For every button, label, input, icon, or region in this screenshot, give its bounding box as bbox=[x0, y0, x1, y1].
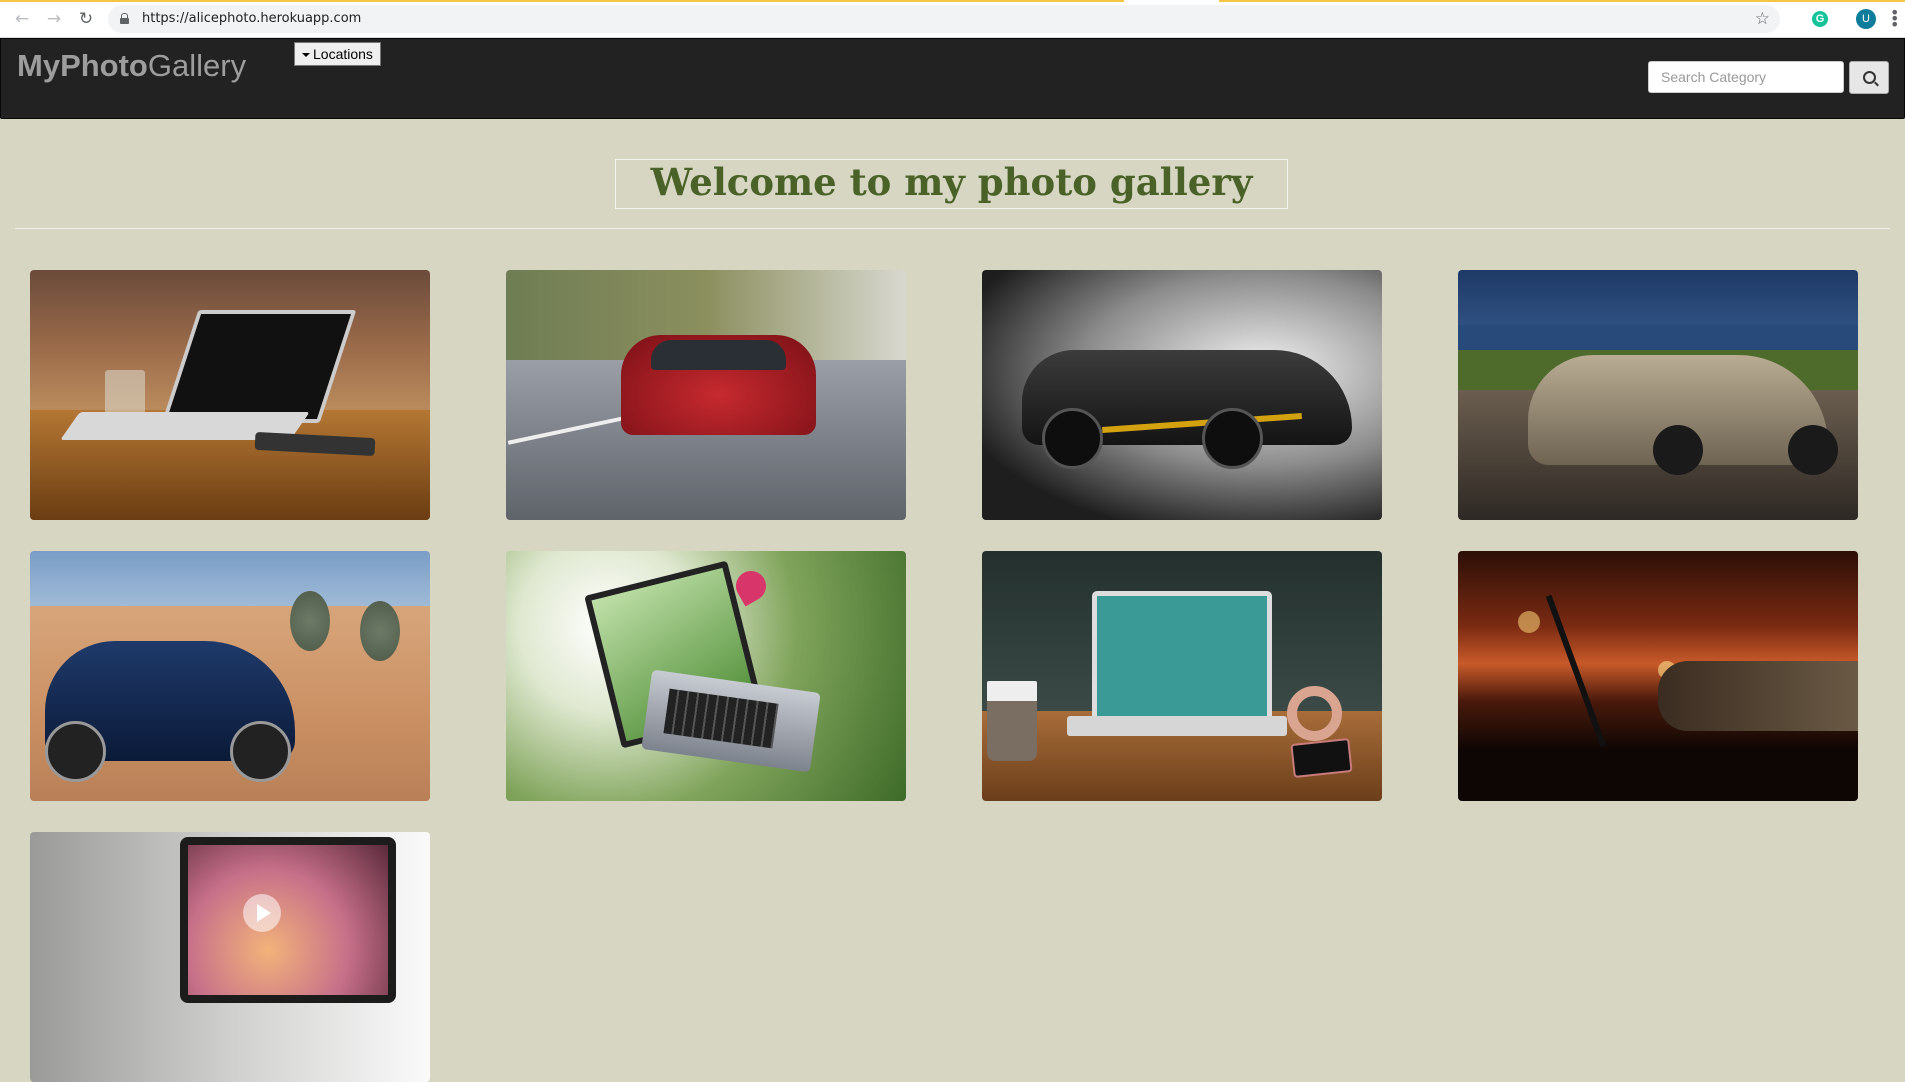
search-button[interactable] bbox=[1849, 61, 1889, 94]
reload-icon[interactable]: ↻ bbox=[76, 9, 96, 29]
forward-arrow-icon[interactable]: → bbox=[44, 9, 64, 29]
brand-bold-text: MyPhoto bbox=[17, 48, 148, 83]
page-load-progress-bar bbox=[0, 0, 1905, 2]
browser-menu-icon[interactable]: • • • bbox=[1890, 5, 1899, 33]
caret-down-icon bbox=[302, 53, 310, 58]
bookmark-star-icon[interactable]: ☆ bbox=[1755, 9, 1770, 29]
gallery-photo[interactable] bbox=[1458, 270, 1858, 520]
back-arrow-icon[interactable]: ← bbox=[12, 9, 32, 29]
browser-toolbar: ← → ↻ https://alicephoto.herokuapp.com ☆… bbox=[0, 0, 1905, 38]
brand-light-text: Gallery bbox=[147, 48, 247, 83]
gallery-photo[interactable] bbox=[30, 551, 430, 801]
profile-avatar[interactable]: U bbox=[1856, 9, 1876, 29]
gallery-photo[interactable] bbox=[982, 270, 1382, 520]
address-bar[interactable]: https://alicephoto.herokuapp.com ☆ bbox=[108, 5, 1780, 33]
gallery-photo[interactable] bbox=[506, 270, 906, 520]
gallery-photo[interactable] bbox=[982, 551, 1382, 801]
gallery-photo[interactable] bbox=[1458, 551, 1858, 801]
lock-icon bbox=[120, 13, 129, 24]
search-icon bbox=[1863, 71, 1876, 84]
site-navbar: MyPhotoGallery Locations bbox=[0, 38, 1905, 119]
grammarly-extension-icon[interactable]: G bbox=[1812, 11, 1828, 27]
gallery-photo[interactable] bbox=[30, 270, 430, 520]
search-category-input[interactable] bbox=[1648, 61, 1844, 93]
locations-dropdown-button[interactable]: Locations bbox=[294, 42, 381, 66]
address-url[interactable]: https://alicephoto.herokuapp.com bbox=[142, 11, 361, 26]
gallery-photo[interactable] bbox=[30, 832, 430, 1082]
welcome-heading-box: Welcome to my photo gallery bbox=[615, 159, 1288, 209]
gallery-photo[interactable] bbox=[506, 551, 906, 801]
page-title: Welcome to my photo gallery bbox=[650, 160, 1253, 204]
divider bbox=[15, 228, 1890, 229]
brand-logo-link[interactable]: MyPhotoGallery bbox=[17, 48, 246, 84]
play-icon bbox=[243, 894, 281, 932]
locations-label: Locations bbox=[313, 46, 373, 62]
